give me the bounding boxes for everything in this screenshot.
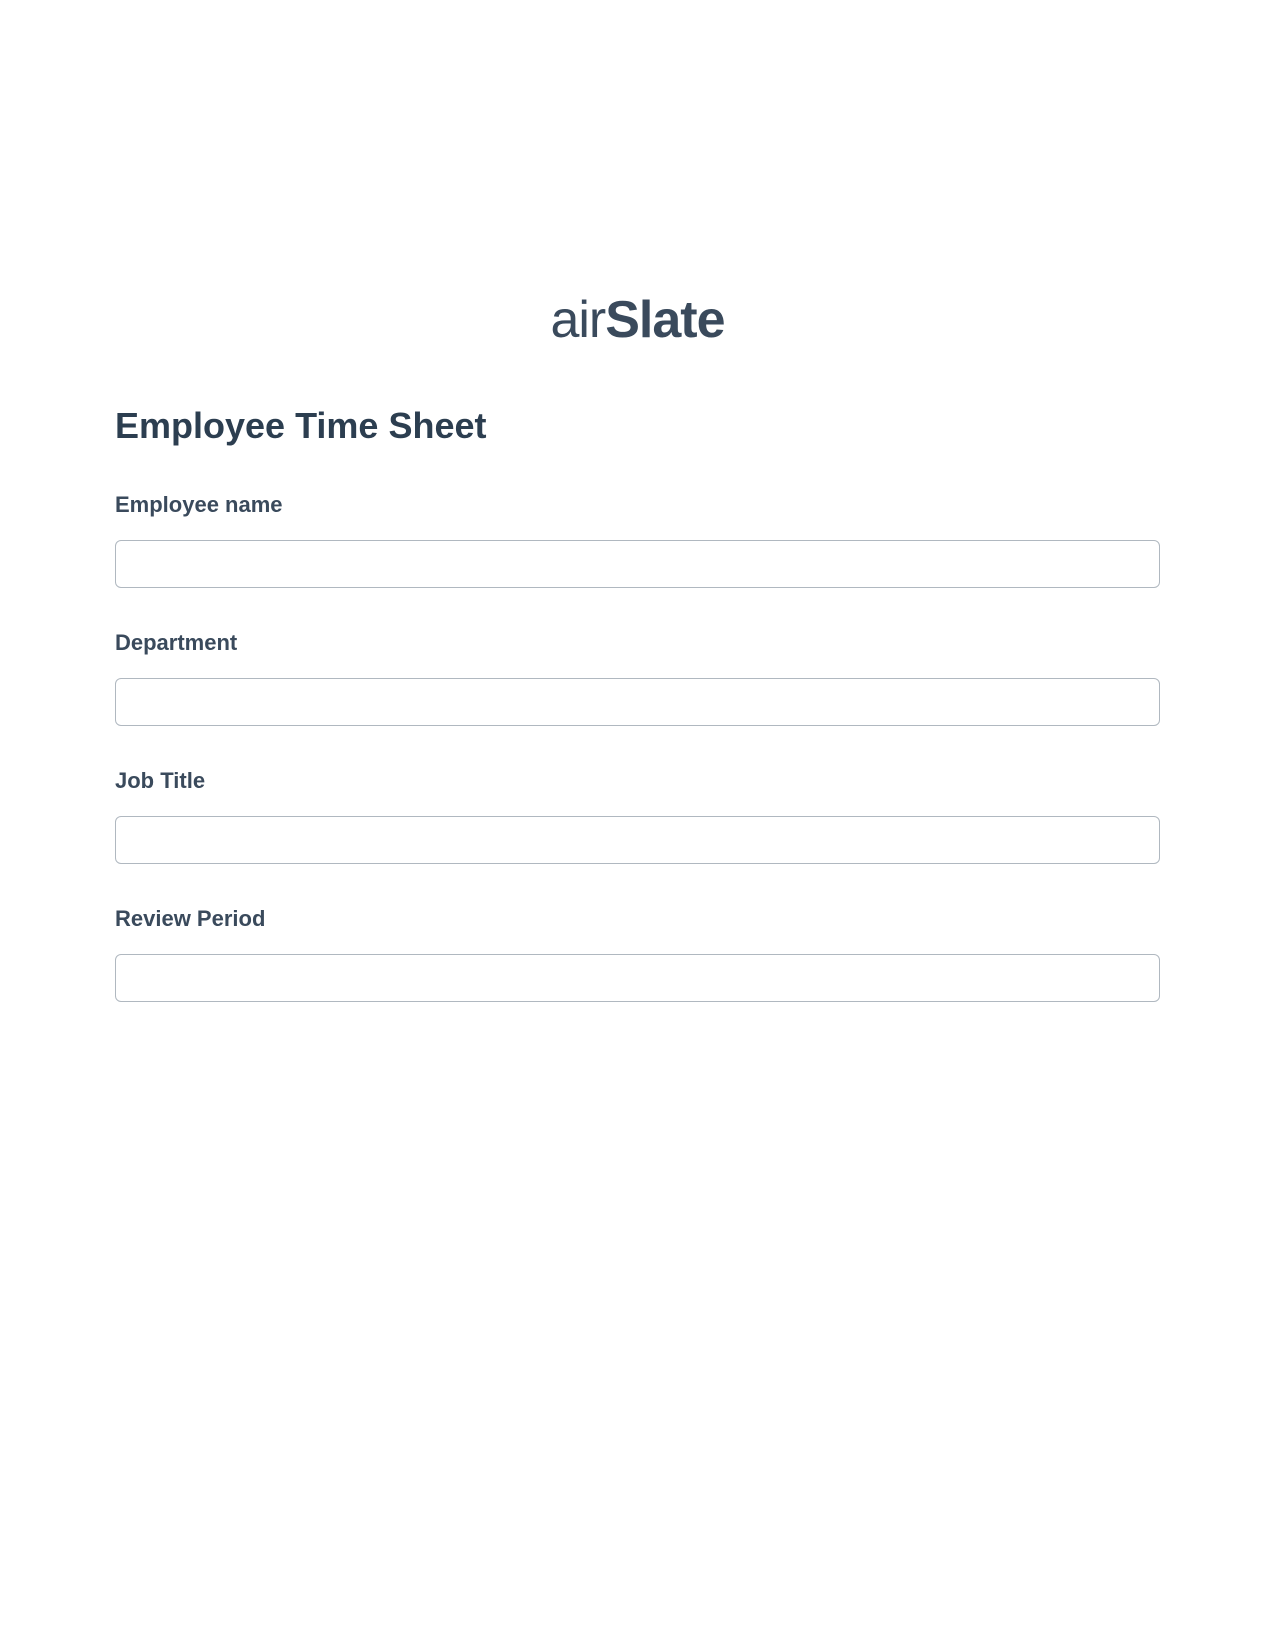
input-department[interactable] — [115, 678, 1160, 726]
logo-suffix: Slate — [605, 291, 724, 349]
form-title: Employee Time Sheet — [115, 405, 1160, 447]
field-employee-name: Employee name — [115, 492, 1160, 588]
document-page: airSlate Employee Time Sheet Employee na… — [0, 0, 1275, 1002]
field-job-title: Job Title — [115, 768, 1160, 864]
input-job-title[interactable] — [115, 816, 1160, 864]
field-department: Department — [115, 630, 1160, 726]
logo: airSlate — [115, 290, 1160, 350]
input-review-period[interactable] — [115, 954, 1160, 1002]
label-job-title: Job Title — [115, 768, 1160, 794]
logo-prefix: air — [550, 291, 605, 349]
label-department: Department — [115, 630, 1160, 656]
logo-text: airSlate — [550, 291, 724, 349]
label-employee-name: Employee name — [115, 492, 1160, 518]
field-review-period: Review Period — [115, 906, 1160, 1002]
label-review-period: Review Period — [115, 906, 1160, 932]
input-employee-name[interactable] — [115, 540, 1160, 588]
